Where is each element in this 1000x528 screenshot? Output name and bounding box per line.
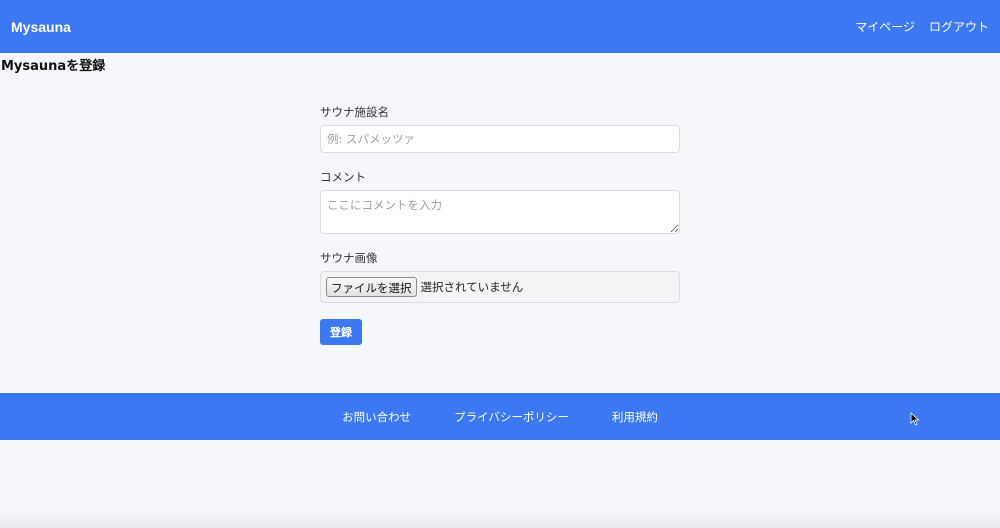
mouse-cursor-icon [910, 412, 920, 426]
image-label: サウナ画像 [320, 251, 378, 265]
footer-link-privacy[interactable]: プライバシーポリシー [454, 409, 569, 425]
nav-link-logout[interactable]: ログアウト [929, 18, 989, 35]
navbar: Mysauna マイページ ログアウト [0, 0, 1000, 53]
sauna-register-form: サウナ施設名 コメント サウナ画像 ファイルを選択 選択されていません 登録 [320, 104, 680, 345]
file-input[interactable]: ファイルを選択 選択されていません [320, 271, 680, 303]
footer-link-contact[interactable]: お問い合わせ [342, 409, 411, 425]
footer-link-terms[interactable]: 利用規約 [612, 409, 658, 425]
bottom-shadow [0, 510, 1000, 528]
sauna-name-input[interactable] [320, 125, 680, 153]
comment-field-group: コメント [320, 169, 680, 234]
brand-logo[interactable]: Mysauna [11, 19, 71, 35]
comment-label: コメント [320, 170, 366, 184]
name-label: サウナ施設名 [320, 105, 389, 119]
register-button[interactable]: 登録 [320, 319, 362, 345]
image-field-group: サウナ画像 ファイルを選択 選択されていません [320, 250, 680, 303]
comment-textarea[interactable] [320, 190, 680, 234]
choose-file-button[interactable]: ファイルを選択 [326, 277, 417, 297]
page-title: Mysaunaを登録 [1, 59, 106, 74]
name-field-group: サウナ施設名 [320, 104, 680, 153]
file-status: 選択されていません [420, 280, 524, 294]
nav-link-mypage[interactable]: マイページ [855, 18, 915, 35]
footer: お問い合わせ プライバシーポリシー 利用規約 [0, 393, 1000, 440]
nav-links: マイページ ログアウト [855, 18, 989, 35]
